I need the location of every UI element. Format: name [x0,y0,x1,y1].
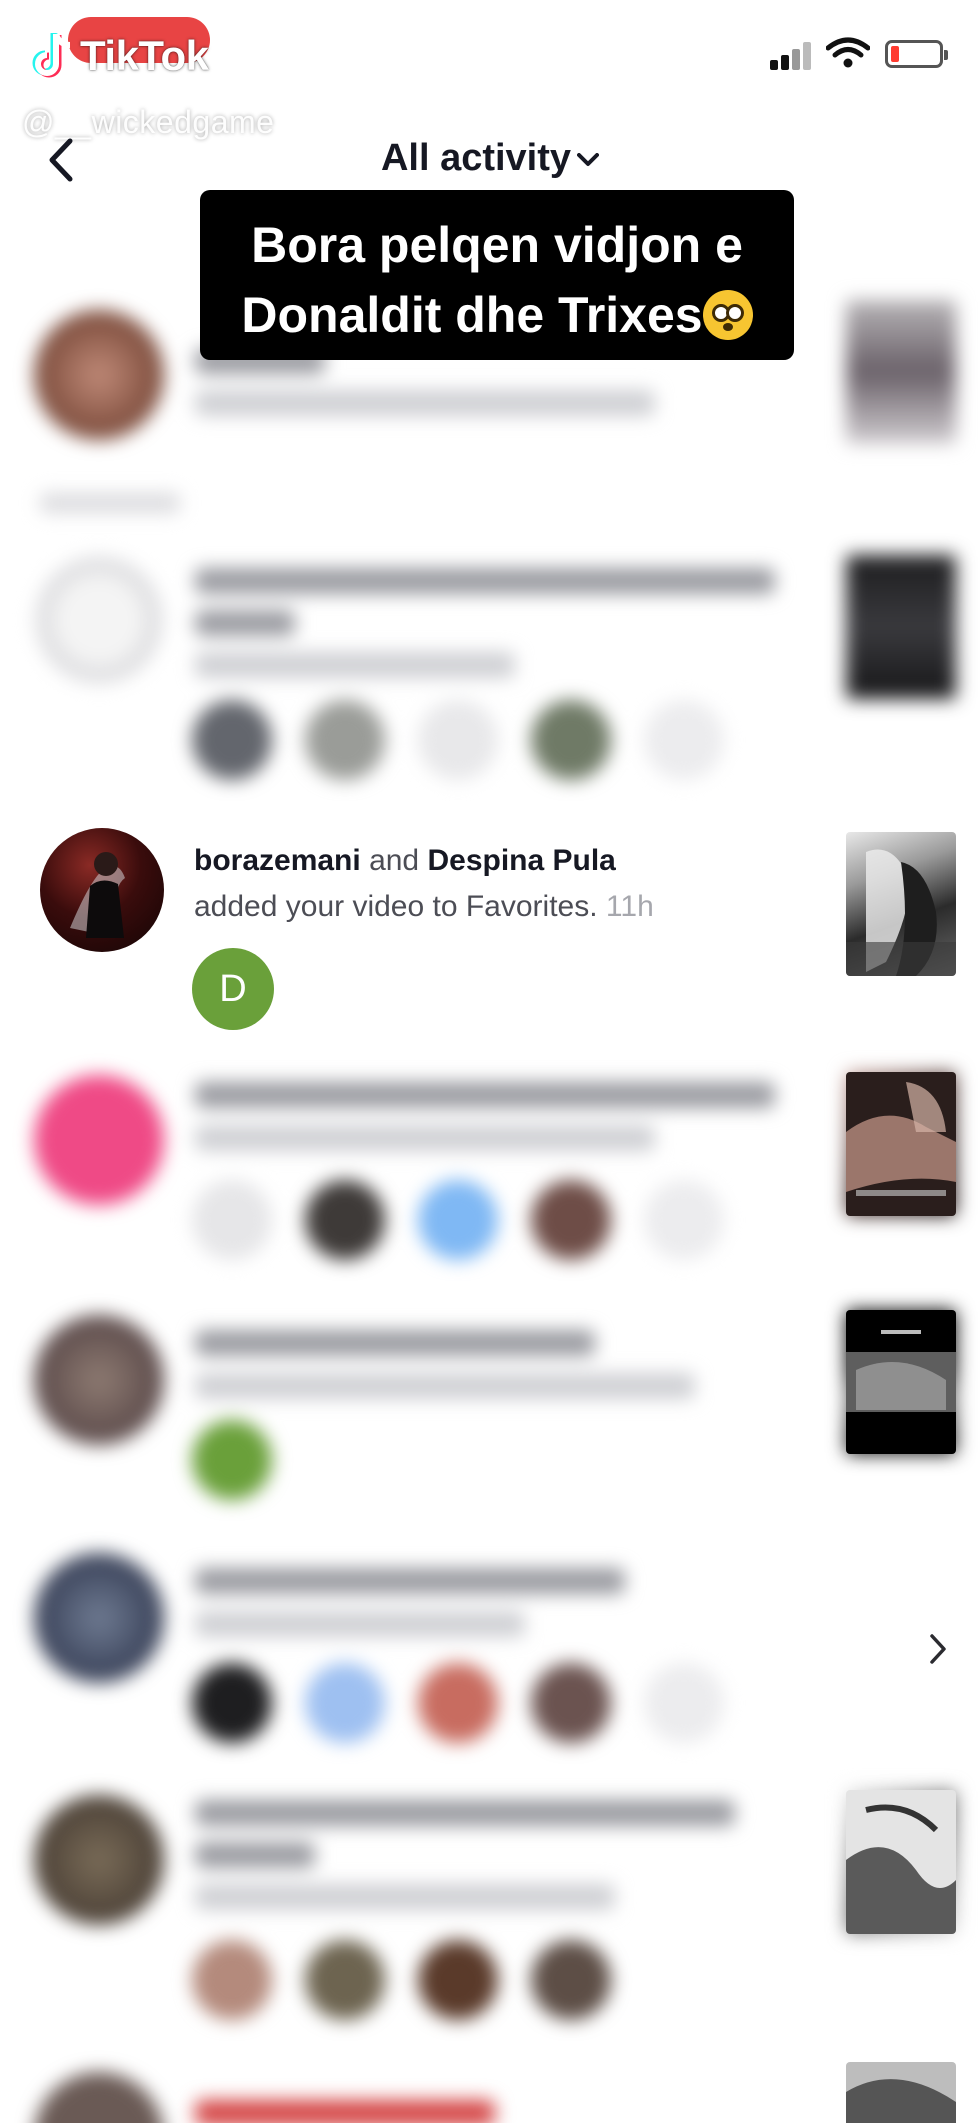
avatar [34,1075,164,1205]
video-thumbnail[interactable] [846,555,956,699]
user-avatar-badge[interactable]: D [192,948,274,1030]
avatar [34,1795,164,1925]
video-thumbnail[interactable] [846,1790,956,1934]
chevron-down-icon [577,152,600,166]
battery-icon [885,40,948,68]
watermark-app-name: TikTok [80,32,209,79]
timestamp: 11h [605,890,654,923]
cellular-signal-icon [770,42,814,70]
activity-screen: TikTok @__wickedgame All activity boraze… [0,0,980,2123]
wifi-icon [826,37,870,68]
avatar [34,1315,164,1445]
page-title: All activity [380,137,572,179]
video-thumbnail[interactable] [846,2062,956,2123]
activity-filter-dropdown[interactable]: All activity [0,137,980,180]
caption-line-1: Bora pelqen vidjon e [251,217,743,273]
activity-text: borazemani and Despina Pula added your v… [194,838,754,930]
username-link[interactable]: Despina Pula [427,844,615,877]
avatar [34,1553,164,1683]
activity-header: All activity [0,125,980,195]
video-thumbnail[interactable] [846,832,956,976]
tiktok-watermark: TikTok [28,30,209,82]
avatar[interactable] [40,828,164,952]
caption-line-2: Donaldit dhe Trixes [241,287,703,343]
activity-row-favorites[interactable]: borazemani and Despina Pula added your v… [0,820,980,1030]
video-thumbnail[interactable] [846,300,956,444]
video-caption-overlay: Bora pelqen vidjon e Donaldit dhe Trixes [200,190,794,360]
flushed-face-emoji-icon [702,290,753,340]
avatar [34,2072,164,2123]
video-thumbnail[interactable] [846,1310,956,1454]
video-thumbnail[interactable] [846,1072,956,1216]
status-bar: TikTok @__wickedgame [0,0,980,140]
action-text: added your video to Favorites. [194,890,598,923]
connector-text: and [369,844,420,877]
username-link[interactable]: borazemani [194,844,361,877]
avatar [34,310,164,440]
avatar [34,555,164,685]
chevron-right-icon[interactable] [926,1632,950,1666]
tiktok-logo-icon [28,30,76,82]
